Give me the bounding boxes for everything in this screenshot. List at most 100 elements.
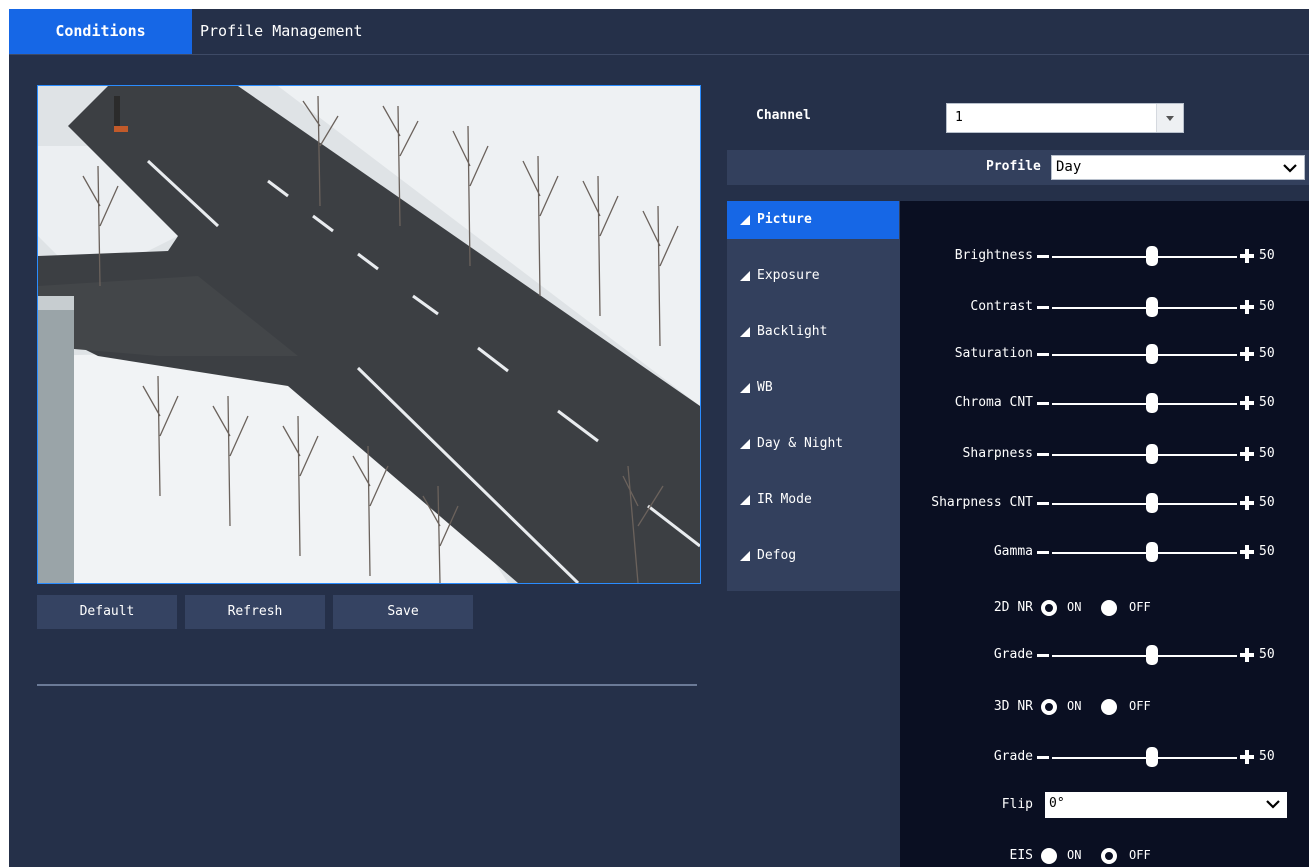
eis-off-label: OFF bbox=[1129, 848, 1151, 862]
nr2d-row: 2D NR ON OFF bbox=[900, 593, 1309, 623]
gamma-slider-handle[interactable] bbox=[1146, 542, 1158, 562]
minus-icon[interactable] bbox=[1037, 551, 1049, 554]
chevron-down-icon[interactable] bbox=[1265, 798, 1281, 810]
brightness-slider-handle[interactable] bbox=[1146, 246, 1158, 266]
saturation-slider-track[interactable] bbox=[1052, 354, 1237, 356]
menu-item-exposure[interactable]: Exposure bbox=[727, 257, 899, 295]
sharpness-cnt-slider-track[interactable] bbox=[1052, 503, 1237, 505]
plus-icon[interactable] bbox=[1240, 447, 1254, 461]
channel-select[interactable]: 1 bbox=[946, 103, 1184, 133]
minus-icon[interactable] bbox=[1037, 453, 1049, 456]
minus-icon[interactable] bbox=[1037, 654, 1049, 657]
menu-item-day-night[interactable]: Day & Night bbox=[727, 425, 899, 463]
gamma-value: 50 bbox=[1259, 544, 1275, 559]
eis-on-radio[interactable] bbox=[1041, 848, 1057, 864]
menu-item-ir-mode[interactable]: IR Mode bbox=[727, 481, 899, 519]
app-window: Conditions Profile Management Default Re… bbox=[9, 9, 1309, 867]
grade-row-2: Grade 50 bbox=[900, 742, 1309, 772]
saturation-row: Saturation 50 bbox=[900, 339, 1309, 369]
flip-select[interactable]: 0° bbox=[1045, 792, 1287, 818]
contrast-slider-handle[interactable] bbox=[1146, 297, 1158, 317]
contrast-label: Contrast bbox=[970, 299, 1033, 314]
triangle-icon bbox=[740, 383, 750, 393]
plus-icon[interactable] bbox=[1240, 750, 1254, 764]
profile-value: Day bbox=[1056, 159, 1082, 175]
minus-icon[interactable] bbox=[1037, 502, 1049, 505]
contrast-slider-track[interactable] bbox=[1052, 307, 1237, 309]
profile-label: Profile bbox=[986, 159, 1041, 174]
plus-icon[interactable] bbox=[1240, 396, 1254, 410]
grade-value: 50 bbox=[1259, 749, 1275, 764]
plus-icon[interactable] bbox=[1240, 496, 1254, 510]
tab-profile-management[interactable]: Profile Management bbox=[192, 9, 392, 54]
chevron-down-icon[interactable] bbox=[1282, 162, 1298, 174]
video-preview bbox=[37, 85, 701, 584]
menu-item-picture[interactable]: Picture bbox=[727, 201, 899, 239]
brightness-label: Brightness bbox=[954, 248, 1033, 263]
default-button[interactable]: Default bbox=[37, 595, 177, 629]
sharpness-slider-track[interactable] bbox=[1052, 454, 1237, 456]
menu-item-wb[interactable]: WB bbox=[727, 369, 899, 407]
sharpness-value: 50 bbox=[1259, 446, 1275, 461]
plus-icon[interactable] bbox=[1240, 648, 1254, 662]
divider bbox=[37, 684, 697, 686]
refresh-button[interactable]: Refresh bbox=[185, 595, 325, 629]
nr3d-on-radio[interactable] bbox=[1041, 699, 1057, 715]
minus-icon[interactable] bbox=[1037, 255, 1049, 258]
nr2d-off-radio[interactable] bbox=[1101, 600, 1117, 616]
triangle-icon bbox=[740, 551, 750, 561]
grade-label: Grade bbox=[993, 749, 1033, 764]
minus-icon[interactable] bbox=[1037, 756, 1049, 759]
plus-icon[interactable] bbox=[1240, 347, 1254, 361]
saturation-value: 50 bbox=[1259, 346, 1275, 361]
grade-slider-track[interactable] bbox=[1052, 655, 1237, 657]
nr3d-off-radio[interactable] bbox=[1101, 699, 1117, 715]
menu-item-label: Day & Night bbox=[757, 436, 844, 451]
channel-label: Channel bbox=[756, 108, 811, 123]
tab-conditions[interactable]: Conditions bbox=[9, 9, 192, 54]
eis-on-label: ON bbox=[1067, 848, 1082, 862]
minus-icon[interactable] bbox=[1037, 306, 1049, 309]
eis-off-radio[interactable] bbox=[1101, 848, 1117, 864]
gamma-slider-track[interactable] bbox=[1052, 552, 1237, 554]
chroma-cnt-slider-track[interactable] bbox=[1052, 403, 1237, 405]
brightness-row: Brightness 50 bbox=[900, 241, 1309, 271]
grade-slider-handle[interactable] bbox=[1146, 645, 1158, 665]
triangle-icon bbox=[740, 215, 750, 225]
gamma-label: Gamma bbox=[993, 544, 1033, 559]
plus-icon[interactable] bbox=[1240, 300, 1254, 314]
chroma-cnt-row: Chroma CNT 50 bbox=[900, 388, 1309, 418]
sharpness-slider-handle[interactable] bbox=[1146, 444, 1158, 464]
save-button[interactable]: Save bbox=[333, 595, 473, 629]
saturation-slider-handle[interactable] bbox=[1146, 344, 1158, 364]
menu-item-defog[interactable]: Defog bbox=[727, 537, 899, 575]
triangle-icon bbox=[740, 439, 750, 449]
brightness-value: 50 bbox=[1259, 248, 1275, 263]
picture-settings-panel: Brightness 50 Contrast 50 Saturation 50 … bbox=[900, 201, 1309, 867]
minus-icon[interactable] bbox=[1037, 353, 1049, 356]
profile-select[interactable]: Day bbox=[1051, 155, 1305, 180]
nr3d-row: 3D NR ON OFF bbox=[900, 692, 1309, 722]
minus-icon[interactable] bbox=[1037, 402, 1049, 405]
grade-value: 50 bbox=[1259, 647, 1275, 662]
nr2d-on-radio[interactable] bbox=[1041, 600, 1057, 616]
flip-value: 0° bbox=[1049, 796, 1065, 811]
sharpness-cnt-slider-handle[interactable] bbox=[1146, 493, 1158, 513]
chroma-cnt-slider-handle[interactable] bbox=[1146, 393, 1158, 413]
menu-item-backlight[interactable]: Backlight bbox=[727, 313, 899, 351]
menu-item-label: WB bbox=[757, 380, 773, 395]
dropdown-arrow-icon[interactable] bbox=[1156, 104, 1183, 132]
grade-slider-handle[interactable] bbox=[1146, 747, 1158, 767]
sharpness-cnt-label: Sharpness CNT bbox=[931, 495, 1033, 510]
grade-slider-track[interactable] bbox=[1052, 757, 1237, 759]
nr2d-on-label: ON bbox=[1067, 600, 1082, 614]
triangle-icon bbox=[740, 271, 750, 281]
tab-bar: Conditions Profile Management bbox=[9, 9, 1309, 55]
sharpness-cnt-row: Sharpness CNT 50 bbox=[900, 488, 1309, 518]
brightness-slider-track[interactable] bbox=[1052, 256, 1237, 258]
saturation-label: Saturation bbox=[954, 346, 1033, 361]
settings-menu: Picture Exposure Backlight WB Day & Nigh… bbox=[727, 201, 900, 591]
plus-icon[interactable] bbox=[1240, 249, 1254, 263]
plus-icon[interactable] bbox=[1240, 545, 1254, 559]
nr2d-off-label: OFF bbox=[1129, 600, 1151, 614]
